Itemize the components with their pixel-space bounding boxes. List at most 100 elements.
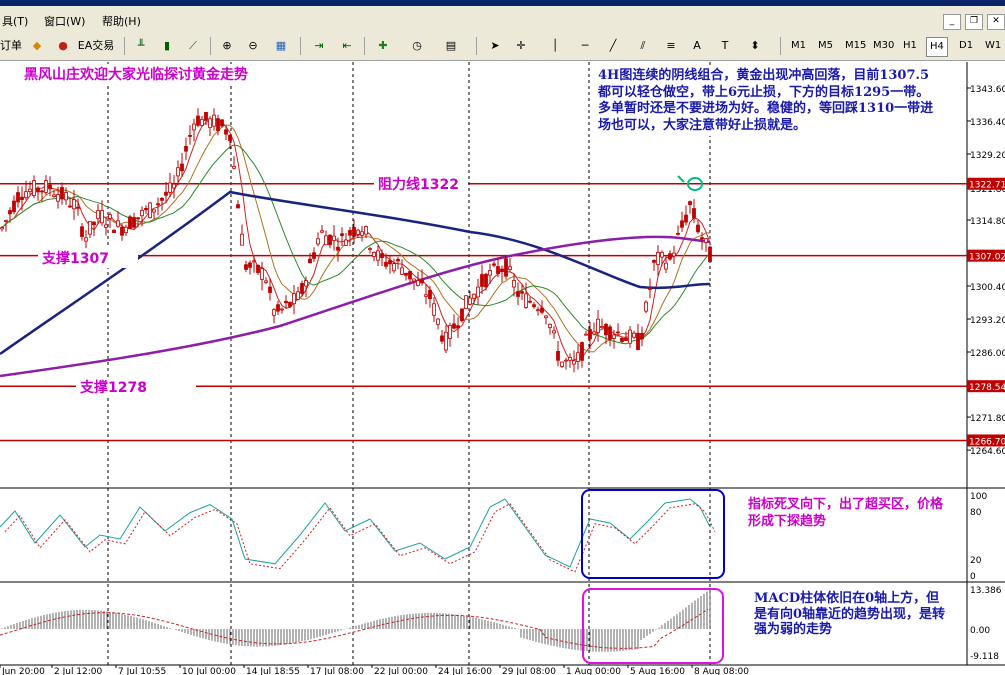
candle-body bbox=[364, 226, 368, 235]
equidistant-channel-icon[interactable]: ⫽ bbox=[632, 36, 654, 56]
toolbar-separator bbox=[210, 37, 211, 55]
candle-body bbox=[480, 274, 484, 287]
candle-body bbox=[644, 301, 648, 312]
candle-body bbox=[704, 238, 708, 243]
candle-body bbox=[368, 248, 372, 251]
candle-body bbox=[160, 198, 164, 201]
text-icon[interactable]: A bbox=[686, 36, 708, 56]
templates-icon[interactable]: ▤ bbox=[440, 36, 462, 56]
candle-body bbox=[576, 352, 580, 362]
chart-shift-icon[interactable]: ⇤ bbox=[336, 36, 358, 56]
candle-body bbox=[312, 252, 316, 259]
candle-body bbox=[284, 300, 288, 304]
candle-body bbox=[420, 279, 424, 284]
vertical-line-icon[interactable]: │ bbox=[544, 36, 566, 56]
period-m1[interactable]: M1 bbox=[788, 37, 809, 55]
candle-body bbox=[676, 232, 680, 235]
close-icon[interactable]: ✕ bbox=[987, 14, 1005, 30]
candle-body bbox=[620, 337, 624, 342]
candle-body bbox=[108, 214, 112, 219]
candle-body bbox=[232, 166, 236, 169]
candle-body bbox=[444, 331, 448, 351]
bar-chart-icon[interactable]: ╨ bbox=[130, 36, 152, 56]
fibonacci-icon[interactable]: ≡ bbox=[660, 36, 682, 56]
candle-body bbox=[156, 203, 160, 206]
candle-body bbox=[548, 323, 552, 329]
new-order-button[interactable]: 订单 bbox=[0, 36, 22, 56]
price-level-tag-label: 1322.71 bbox=[969, 181, 1005, 191]
cursor-icon[interactable]: ➤ bbox=[484, 36, 506, 56]
period-w1[interactable]: W1 bbox=[982, 37, 1004, 55]
period-m30[interactable]: M30 bbox=[870, 37, 897, 55]
period-d1[interactable]: D1 bbox=[956, 37, 976, 55]
candle-body bbox=[672, 252, 676, 257]
toolbar-separator bbox=[476, 37, 477, 55]
indicators-icon[interactable]: ✚ bbox=[372, 36, 394, 56]
candle-body bbox=[16, 192, 20, 203]
ea-trade-button[interactable]: EA交易 bbox=[76, 36, 116, 56]
time-tick-label: 10 Jul 00:00 bbox=[182, 667, 236, 675]
stoch-note-box: 指标死叉向下，出了超买区，价格形成下探趋势 bbox=[744, 494, 954, 532]
stoch-tick-label: 20 bbox=[970, 556, 982, 566]
candle-body bbox=[360, 231, 364, 236]
crosshair-icon[interactable]: ✛ bbox=[510, 36, 532, 56]
support-1307-label: 支撑1307 bbox=[41, 250, 109, 267]
candle-body bbox=[708, 246, 712, 263]
candle-body bbox=[184, 145, 188, 152]
candle-body bbox=[244, 264, 248, 270]
candle-body bbox=[92, 221, 96, 226]
menu-tools[interactable]: 具(T) bbox=[2, 13, 28, 29]
restore-icon[interactable]: ❐ bbox=[965, 14, 983, 30]
candle-body bbox=[604, 323, 608, 336]
candle-body bbox=[204, 111, 208, 121]
candle-body bbox=[384, 261, 388, 267]
candlestick-icon[interactable]: ▮ bbox=[156, 36, 178, 56]
period-m15[interactable]: M15 bbox=[842, 37, 869, 55]
candle-body bbox=[168, 182, 172, 193]
candle-body bbox=[408, 271, 412, 280]
menu-window[interactable]: 窗口(W) bbox=[44, 13, 85, 29]
candle-body bbox=[172, 183, 176, 189]
candle-body bbox=[192, 123, 196, 131]
candle-body bbox=[412, 278, 416, 282]
auto-scroll-icon[interactable]: ⇥ bbox=[308, 36, 330, 56]
period-m5[interactable]: M5 bbox=[815, 37, 836, 55]
menu-help[interactable]: 帮助(H) bbox=[102, 13, 141, 29]
text-label-icon[interactable]: T bbox=[714, 36, 736, 56]
tile-windows-icon[interactable]: ▦ bbox=[270, 36, 292, 56]
candle-body bbox=[688, 201, 692, 206]
candle-body bbox=[344, 239, 348, 246]
candle-body bbox=[664, 262, 668, 270]
candle-body bbox=[12, 200, 16, 213]
line-chart-icon[interactable]: ⟋ bbox=[182, 36, 204, 56]
candle-body bbox=[648, 287, 652, 290]
candle-body bbox=[320, 230, 324, 233]
candle-body bbox=[492, 263, 496, 266]
main-note-box: 4H图连续的阴线组合，黄金出现冲高回落，目前1307.5都可以轻仓做空，带上6元… bbox=[594, 66, 946, 136]
candle-body bbox=[616, 331, 620, 334]
candle-body bbox=[148, 202, 152, 219]
ea-icon[interactable]: ● bbox=[52, 36, 74, 56]
candle-body bbox=[164, 191, 168, 196]
arrows-icon[interactable]: ⬍ bbox=[744, 36, 766, 56]
candle-body bbox=[272, 309, 276, 316]
gold-bars-icon[interactable]: ◆ bbox=[26, 36, 48, 56]
candle-body bbox=[380, 253, 384, 259]
chart-area[interactable]: 1343.601336.401329.201321.801314.801307.… bbox=[0, 62, 1005, 675]
period-h4[interactable]: H4 bbox=[926, 37, 948, 57]
time-tick-label: 17 Jul 08:00 bbox=[310, 667, 364, 675]
period-h1[interactable]: H1 bbox=[900, 37, 920, 55]
candle-body bbox=[596, 318, 600, 333]
candle-body bbox=[308, 258, 312, 264]
horizontal-line-icon[interactable]: ─ bbox=[574, 36, 596, 56]
candle-body bbox=[528, 300, 532, 303]
candle-body bbox=[52, 194, 56, 198]
candle-body bbox=[336, 246, 340, 251]
periods-clock-icon[interactable]: ◷ bbox=[406, 36, 428, 56]
price-tick-label: 1314.80 bbox=[970, 217, 1005, 227]
stoch-tick-label: 100 bbox=[970, 492, 987, 502]
trendline-icon[interactable]: ╱ bbox=[602, 36, 624, 56]
minimize-icon[interactable]: _ bbox=[943, 14, 961, 30]
zoom-in-icon[interactable]: ⊕ bbox=[216, 36, 238, 56]
zoom-out-icon[interactable]: ⊖ bbox=[242, 36, 264, 56]
